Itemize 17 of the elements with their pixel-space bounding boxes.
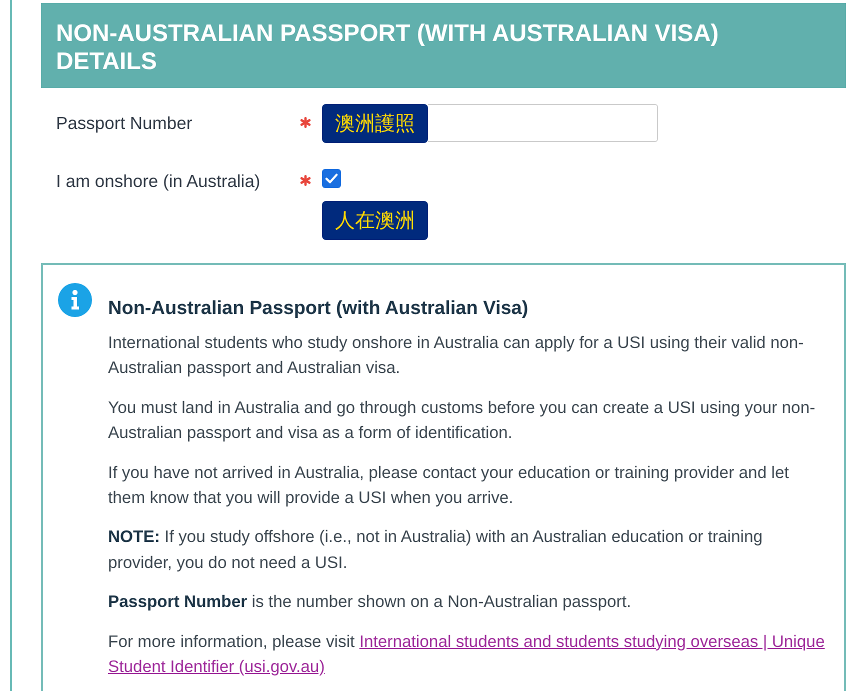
info-title: Non-Australian Passport (with Australian Visa) bbox=[108, 297, 530, 321]
info-paragraph: International students who study onshore in Australia can apply for a USI using their valid non- Australian passport and Australian visa. bbox=[108, 332, 805, 380]
section-title: NON-AUSTRALIAN PASSPORT (WITH AUSTRALIAN VISA) DETAILS bbox=[56, 20, 720, 76]
info-paragraph: Passport Number is the number shown on a Non-Australian passport. bbox=[108, 591, 632, 614]
link[interactable]: Student Identifier (usi.gov.au) bbox=[108, 657, 325, 676]
info-paragraph: If you have not arrived in Australia, please contact your education or training provider and let them know that you will provide a USI when you arrive. bbox=[108, 462, 790, 510]
info-icon bbox=[58, 283, 92, 317]
info-paragraph: NOTE: If you study offshore (i.e., not in Australia) with an Australian education or training provider, you do not need a USI. bbox=[108, 526, 764, 574]
checkbox[interactable] bbox=[322, 169, 341, 188]
field-label: Passport Number bbox=[56, 112, 192, 134]
info-paragraph: You must land in Australia and go through customs before you can create a USI using your non- Australian passport and visa as a form of identification. bbox=[108, 396, 816, 444]
info-paragraph: For more information, please visit International students and students studying overseas | Unique Student Identifier (usi.gov.au) bbox=[108, 630, 826, 678]
annotation-label: 人在澳洲 bbox=[322, 201, 428, 240]
field-label: I am onshore (in Australia) bbox=[56, 170, 260, 192]
link[interactable]: International students and students studying overseas | Unique bbox=[359, 632, 825, 651]
annotation-label: 澳洲護照 bbox=[322, 104, 428, 142]
input-field[interactable] bbox=[428, 104, 658, 142]
